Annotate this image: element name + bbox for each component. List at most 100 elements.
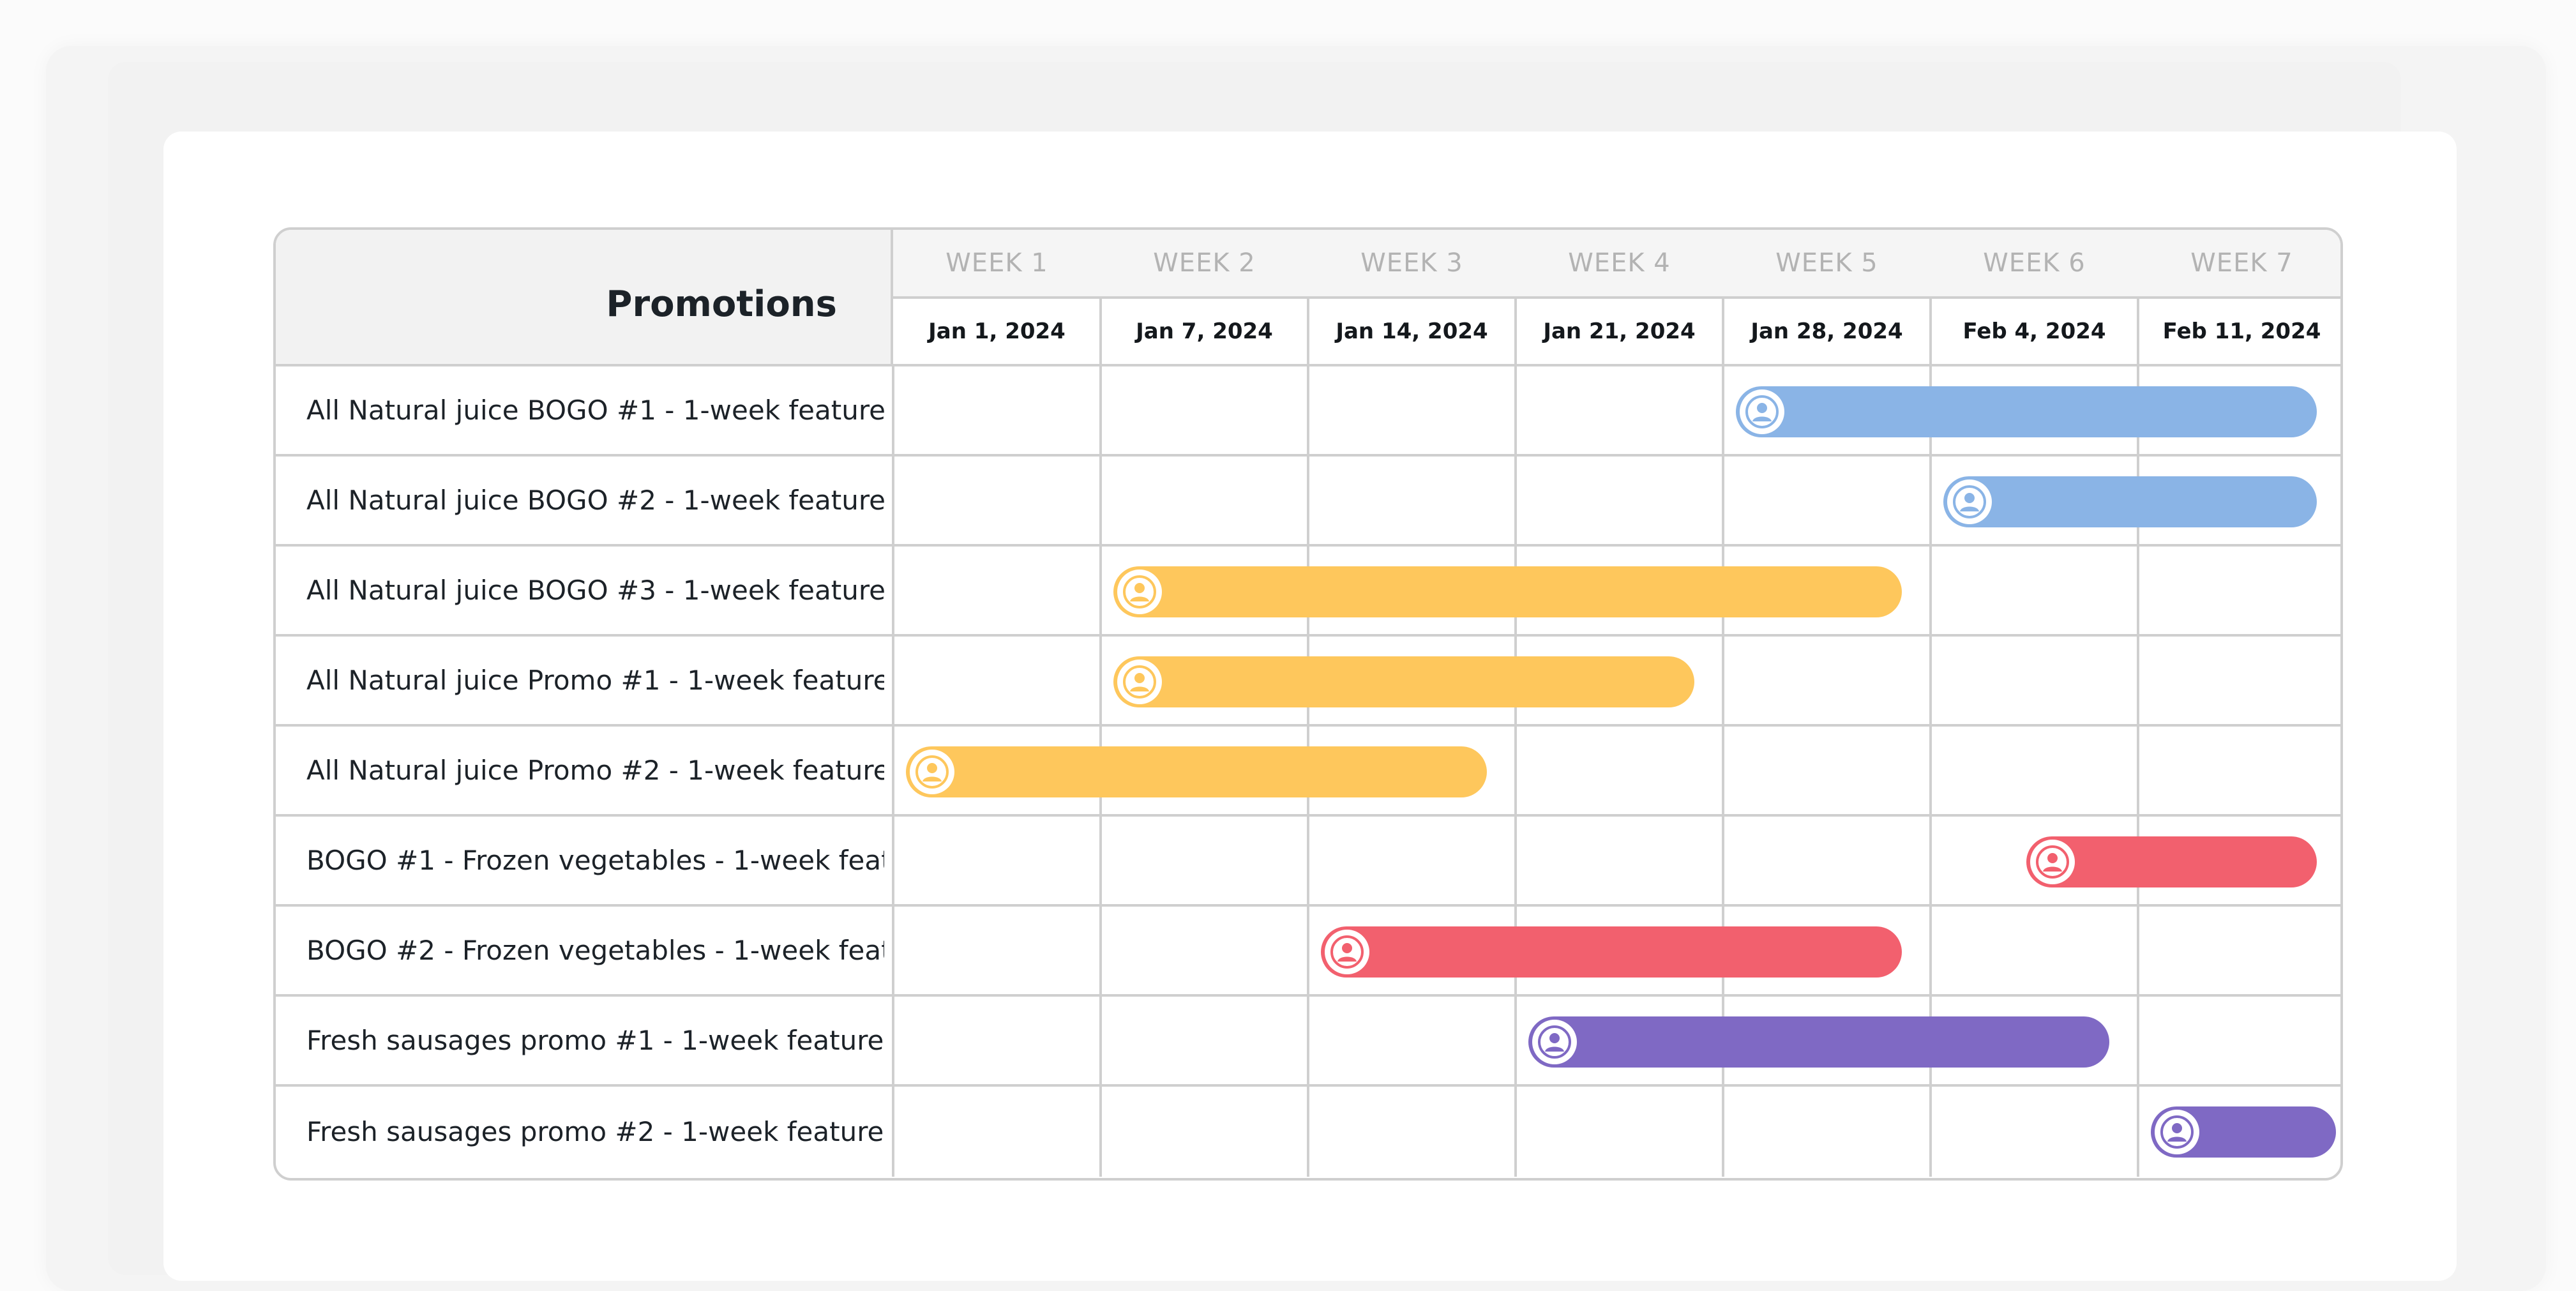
task-bar[interactable] [1321,926,1902,978]
date-header-row: Jan 1, 2024 Jan 7, 2024 Jan 14, 2024 Jan 21… [893,299,2340,366]
grid-line [1307,457,1309,544]
task-bar[interactable] [2151,1106,2336,1158]
grid-line [1929,1087,1932,1177]
task-bar[interactable] [1528,1016,2109,1068]
grid-line [1307,1087,1309,1177]
user-avatar-icon [1745,395,1779,428]
date-label-4: Jan 21, 2024 [1543,319,1696,344]
grid-line [1514,366,1517,454]
task-label: All Natural juice BOGO #1 - 1-week featu… [306,395,884,426]
avatar[interactable] [1117,659,1162,704]
grid-line [1514,997,1517,1084]
table-row[interactable]: All Natural juice BOGO #3 - 1-week featu… [276,547,2340,637]
task-bar[interactable] [1736,386,2317,437]
user-avatar-icon [915,755,949,789]
avatar[interactable] [1947,479,1992,524]
grid-line [1307,366,1309,454]
grid-line [1722,299,1724,364]
task-label: All Natural juice Promo #2 - 1-week feat… [306,755,884,786]
task-bar[interactable] [1943,476,2317,527]
grid-line [1722,817,1724,904]
grid-line [892,1087,894,1177]
grid-line [1307,817,1309,904]
grid-line [892,457,894,544]
date-label-3: Jan 14, 2024 [1336,319,1488,344]
grid-line [892,637,894,724]
date-label-7: Feb 11, 2024 [2162,319,2321,344]
task-label: Fresh sausages promo #1 - 1-week feature [306,1025,884,1056]
grid-line [1929,547,1932,634]
week-label-5: WEEK 5 [1775,248,1878,278]
week-label-1: WEEK 1 [945,248,1048,278]
grid-line [1099,299,1102,364]
date-label-5: Jan 28, 2024 [1751,319,1903,344]
grid-line [892,817,894,904]
grid-line [1099,637,1102,724]
task-label: Fresh sausages promo #2 - 1-week feature [306,1116,884,1147]
user-avatar-icon [1123,665,1156,698]
grid-line [1722,457,1724,544]
table-row[interactable]: All Natural juice Promo #1 - 1-week feat… [276,637,2340,727]
task-bar[interactable] [906,746,1487,797]
avatar[interactable] [2030,839,2075,884]
grid-line [1929,457,1932,544]
grid-line [892,997,894,1084]
table-row[interactable]: BOGO #2 - Frozen vegetables - 1-week fea… [276,907,2340,997]
table-row[interactable]: Fresh sausages promo #2 - 1-week feature [276,1087,2340,1177]
date-label-6: Feb 4, 2024 [1962,319,2106,344]
week-label-3: WEEK 3 [1360,248,1463,278]
grid-line [1929,299,1932,364]
table-row[interactable]: BOGO #1 - Frozen vegetables - 1-week fea… [276,817,2340,907]
table-row[interactable]: All Natural juice BOGO #1 - 1-week featu… [276,366,2340,457]
grid-line [1099,366,1102,454]
task-bar[interactable] [1113,566,1902,617]
task-label: BOGO #2 - Frozen vegetables - 1-week fea… [306,935,884,966]
avatar[interactable] [1532,1019,1577,1064]
grid-line [2137,997,2139,1084]
promotions-header-cell: Promotions [276,230,893,366]
date-label-1: Jan 1, 2024 [928,319,1066,344]
grid-line [1722,1087,1724,1177]
user-avatar-icon [2036,845,2069,879]
grid-line [1099,1087,1102,1177]
grid-line [1099,817,1102,904]
page-title: Promotions [606,283,837,325]
grid-line [1099,997,1102,1084]
avatar[interactable] [910,749,954,794]
grid-line [2137,1087,2139,1177]
user-avatar-icon [1123,575,1156,608]
grid-line [1929,907,1932,994]
grid-line [1514,817,1517,904]
grid-line [1514,727,1517,814]
grid-line [1722,637,1724,724]
grid-line [892,547,894,634]
grid-line [1514,1087,1517,1177]
user-avatar-icon [1330,935,1364,969]
grid-line [892,907,894,994]
grid-line [1099,457,1102,544]
user-avatar-icon [1953,485,1986,518]
table-row[interactable]: All Natural juice Promo #2 - 1-week feat… [276,727,2340,817]
task-bar[interactable] [2026,836,2317,887]
grid-line [2137,547,2139,634]
grid-line [1929,727,1932,814]
grid-line [2137,299,2139,364]
grid-line [892,727,894,814]
user-avatar-icon [2160,1115,2194,1149]
date-label-2: Jan 7, 2024 [1136,319,1273,344]
grid-line [1099,907,1102,994]
avatar[interactable] [1117,569,1162,614]
avatar[interactable] [1325,929,1369,974]
grid-line [1307,997,1309,1084]
grid-line [1514,299,1517,364]
avatar[interactable] [1740,389,1784,434]
grid-line [2137,727,2139,814]
table-row[interactable]: Fresh sausages promo #1 - 1-week feature [276,997,2340,1087]
grid-line [1514,457,1517,544]
table-row[interactable]: All Natural juice BOGO #2 - 1-week featu… [276,457,2340,547]
grid-line [2137,637,2139,724]
week-label-7: WEEK 7 [2190,248,2293,278]
avatar[interactable] [2155,1109,2199,1154]
grid-line [2137,907,2139,994]
task-bar[interactable] [1113,656,1694,707]
